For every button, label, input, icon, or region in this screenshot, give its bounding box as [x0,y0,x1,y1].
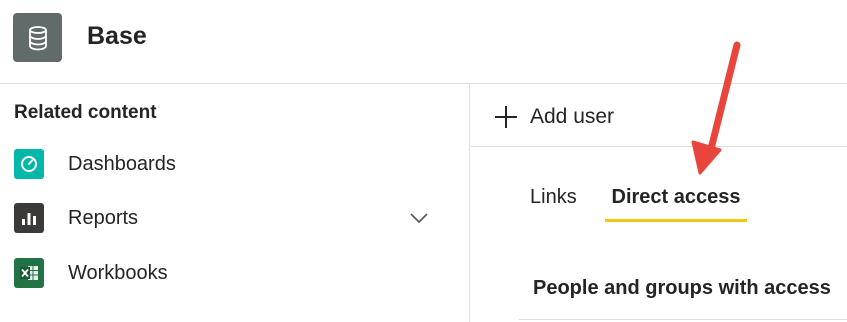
add-user-bar: Add user [471,84,847,147]
sidebar-item-label: Reports [68,206,139,229]
header: Base [0,0,847,84]
related-content-title: Related content [14,102,157,123]
chevron-down-icon[interactable] [408,207,430,229]
database-icon [13,13,62,62]
tab-links[interactable]: Links [530,186,577,224]
excel-icon [14,258,44,288]
active-tab-indicator [605,219,747,222]
page-title: Base [87,22,147,50]
plus-icon [495,106,517,128]
sidebar-item-label: Workbooks [68,261,168,284]
add-user-label: Add user [530,105,615,128]
divider [519,319,847,320]
bar-chart-icon [14,203,44,233]
sidebar-item-workbooks[interactable]: Workbooks [0,253,470,293]
add-user-button[interactable]: Add user [493,102,614,132]
page: Base Related content Dashboards Reports … [0,0,847,322]
sidebar-item-reports[interactable]: Reports [0,198,470,238]
section-title: People and groups with access [533,277,831,299]
sidebar-item-dashboards[interactable]: Dashboards [0,144,470,184]
dashboard-gauge-icon [14,149,44,179]
sidebar-item-label: Dashboards [68,152,176,175]
related-content-panel: Related content Dashboards Reports Workb… [0,84,470,322]
